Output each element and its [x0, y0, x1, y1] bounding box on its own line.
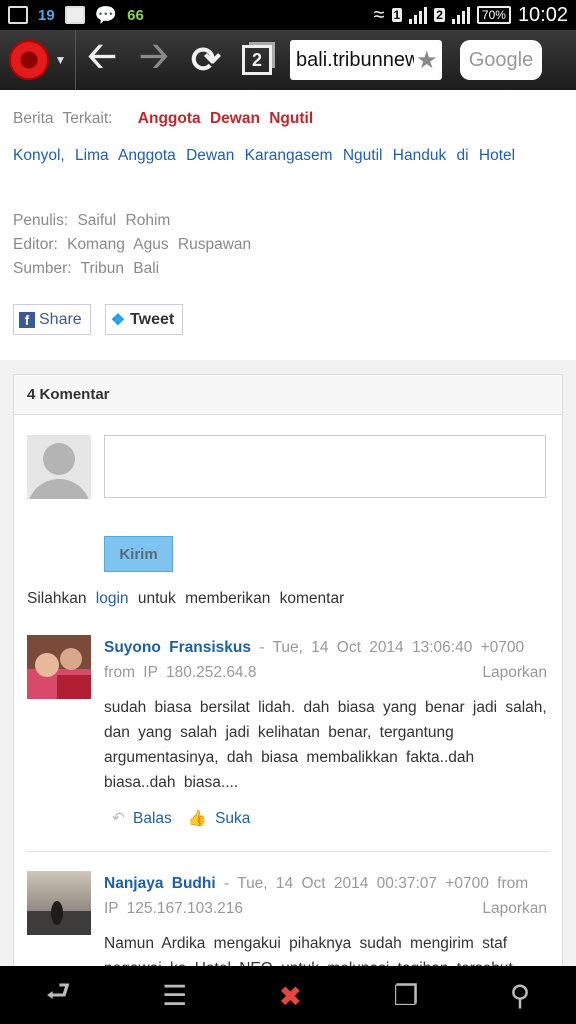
comment-text: Namun Ardika mengakui pihaknya sudah men… [104, 935, 513, 966]
menu-nav-icon[interactable]: ☰ [162, 979, 187, 1012]
opera-logo-icon [8, 40, 49, 80]
comment-ip: from IP 180.252.64.8 [104, 664, 257, 681]
related-tag-link[interactable]: Anggota Dewan Ngutil [138, 110, 313, 127]
comments-count-header: 4 Komentar [14, 375, 562, 415]
chat-notification-icon: 💬 [94, 4, 118, 25]
submit-comment-button[interactable]: Kirim [104, 536, 173, 572]
comment-text: sudah biasa bersilat lidah. dah biasa ya… [104, 699, 547, 791]
twitter-bird-icon: ❖ [110, 311, 126, 329]
system-nav-bar: ⮐ ☰ ✖ ❐ ⚲ [0, 966, 576, 1024]
tabs-count: 2 [242, 45, 272, 75]
back-nav-icon[interactable]: ⮐ [46, 971, 71, 1019]
tweet-label: Tweet [130, 310, 175, 328]
page-content: Berita Terkait: Anggota Dewan Ngutil Kon… [0, 90, 576, 966]
comments-panel: 4 Komentar Kirim Silahkan login untuk me… [13, 374, 563, 966]
reload-button[interactable]: ⟳ [180, 30, 232, 90]
default-avatar [27, 435, 91, 499]
status-bar: 19 💬 66 ≈ 1 2 70% 10:02 [0, 0, 576, 30]
reply-button[interactable]: ↶ Balas [112, 809, 172, 828]
forward-arrow-icon: 🡢 [139, 34, 169, 76]
battery-indicator: 70% [476, 6, 511, 24]
comment-textarea[interactable] [104, 435, 546, 498]
related-news: Berita Terkait: Anggota Dewan Ngutil [13, 110, 313, 128]
login-suffix: untuk memberikan komentar [137, 590, 345, 607]
search-input[interactable]: Google [460, 40, 542, 80]
login-link[interactable]: login [96, 590, 129, 607]
caret-down-icon: ▼ [54, 53, 67, 67]
author-line: Penulis: Saiful Rohim [13, 212, 171, 229]
share-buttons: f Share ❖ Tweet [13, 304, 184, 335]
article-credits: Penulis: Saiful Rohim Editor: Komang Agu… [13, 209, 251, 281]
comment-actions: ↶ Balas 👍 Suka [104, 809, 547, 828]
opera-menu-button[interactable]: ▼ [0, 30, 76, 90]
signal1-icon [409, 6, 428, 24]
report-link[interactable]: Laporkan [482, 896, 547, 921]
url-text: bali.tribunnews.com [296, 48, 414, 71]
reply-icon: ↶ [112, 810, 125, 827]
related-label: Berita Terkait: [13, 110, 113, 127]
commenter-name[interactable]: Suyono Fransiskus [104, 639, 251, 656]
status-number: 19 [38, 6, 55, 24]
signal2-icon [451, 6, 470, 24]
gallery-notification-icon [8, 6, 28, 24]
comment-date: - Tue, 14 Oct 2014 00:37:07 +0700 from [223, 875, 529, 892]
facebook-share-button[interactable]: f Share [13, 304, 91, 335]
back-button[interactable]: 🡠 [76, 30, 128, 90]
forward-button[interactable]: 🡢 [128, 30, 180, 90]
login-prefix: Silahkan [27, 590, 87, 607]
search-icon[interactable]: ⚲ [510, 979, 531, 1012]
back-arrow-icon: 🡠 [87, 34, 117, 76]
thumbs-up-icon: 👍 [187, 810, 208, 827]
address-bar[interactable]: bali.tribunnews.com ★ [290, 40, 442, 80]
comment-divider [27, 851, 549, 852]
related-article-link[interactable]: Konyol, Lima Anggota Dewan Karangasem Ng… [13, 147, 515, 165]
comment-ip: IP 125.167.103.216 [104, 900, 244, 917]
notification-count: 66 [127, 6, 144, 24]
comment-date: - Tue, 14 Oct 2014 13:06:40 +0700 [259, 639, 525, 656]
sim2-badge: 2 [434, 8, 445, 22]
home-nav-icon[interactable]: ✖ [279, 976, 302, 1015]
tabs-button[interactable]: 2 [232, 30, 282, 90]
tweet-button[interactable]: ❖ Tweet [104, 304, 184, 335]
wifi-icon: ≈ [373, 3, 385, 26]
like-button[interactable]: 👍 Suka [188, 809, 251, 828]
bookmark-star-icon[interactable]: ★ [416, 46, 438, 75]
commenter-avatar [27, 635, 91, 699]
sim1-badge: 1 [391, 8, 403, 22]
report-link[interactable]: Laporkan [482, 660, 547, 685]
login-prompt: Silahkan login untuk memberikan komentar [27, 590, 344, 608]
clock: 10:02 [517, 3, 568, 26]
facebook-icon: f [19, 311, 35, 328]
reload-icon: ⟳ [190, 39, 222, 80]
editor-line: Editor: Komang Agus Ruspawan [13, 236, 252, 253]
commenter-name[interactable]: Nanjaya Budhi [104, 875, 216, 892]
source-line: Sumber: Tribun Bali [13, 260, 160, 277]
facebook-notification-icon [64, 6, 85, 24]
browser-toolbar: ▼ 🡠 🡢 ⟳ 2 bali.tribunnews.com ★ Google [0, 30, 576, 90]
commenter-avatar [27, 871, 91, 935]
share-label: Share [39, 310, 82, 328]
recent-apps-icon[interactable]: ❐ [393, 979, 418, 1012]
